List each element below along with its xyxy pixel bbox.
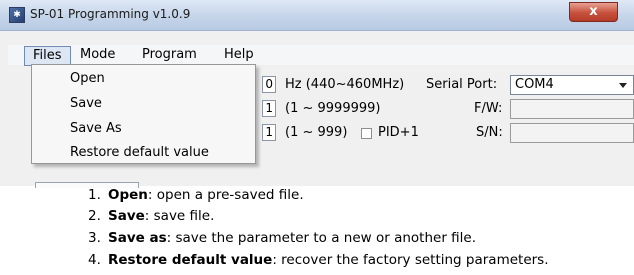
menu-item-save-as[interactable]: Save As — [70, 121, 122, 136]
app-icon: ✱ — [9, 7, 25, 23]
pid-checkbox-label: PID+1 — [378, 125, 419, 140]
sn-label: S/N: — [476, 125, 503, 140]
pid-range-label: (1 ~ 999) — [285, 125, 348, 140]
id-range-label: (1 ~ 9999999) — [285, 101, 381, 116]
menu-item-open[interactable]: Open — [70, 71, 105, 86]
menu-help[interactable]: Help — [224, 46, 254, 64]
frequency-input[interactable]: 0 — [262, 76, 276, 93]
frequency-range-label: Hz (440~460MHz) — [285, 77, 405, 92]
sn-field — [510, 123, 634, 143]
id-input[interactable]: 1 — [262, 100, 276, 117]
title-bar: ✱ SP-01 Programming v1.0.9 x — [0, 0, 634, 31]
menu-item-restore-default[interactable]: Restore default value — [70, 145, 209, 160]
chevron-down-icon — [619, 83, 627, 88]
menu-bar: Files Mode Program Help — [8, 45, 634, 66]
application-window: ✱ SP-01 Programming v1.0.9 x Files Mode … — [0, 0, 634, 188]
files-dropdown-menu: Open Save Save As Restore default value — [31, 64, 256, 164]
fw-field — [510, 99, 634, 119]
serial-port-select[interactable]: COM4 — [510, 75, 634, 95]
serial-port-value: COM4 — [515, 77, 554, 92]
menu-files[interactable]: Files — [24, 46, 71, 66]
menu-program[interactable]: Program — [142, 46, 197, 64]
window-title: SP-01 Programming v1.0.9 — [30, 7, 191, 21]
close-button[interactable]: x — [569, 2, 618, 22]
fw-label: F/W: — [474, 101, 503, 116]
menu-item-save[interactable]: Save — [70, 96, 102, 111]
pid-increment-checkbox[interactable] — [361, 128, 372, 139]
pid-input[interactable]: 1 — [262, 124, 276, 141]
serial-port-label: Serial Port: — [426, 77, 498, 92]
menu-mode[interactable]: Mode — [80, 46, 115, 64]
